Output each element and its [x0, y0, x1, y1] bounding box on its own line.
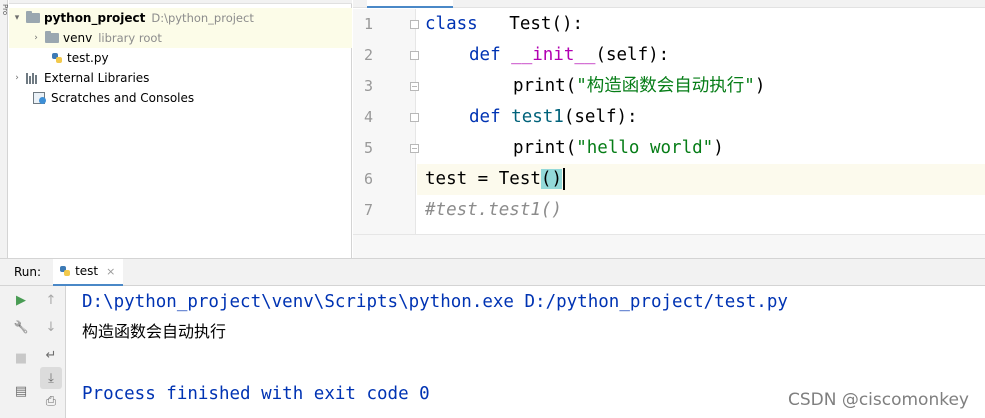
code-line-3: print("构造函数会自动执行"): [513, 71, 765, 102]
editor-tab-test-py[interactable]: [367, 0, 453, 8]
line-number: 5: [363, 139, 373, 157]
line-number: 6: [363, 170, 373, 188]
python-file-icon: [59, 265, 71, 277]
code-line-5: print("hello world"): [513, 133, 724, 164]
tree-item-project-root[interactable]: ▾ python_project D:\python_project: [9, 8, 352, 28]
code-line-4: def test1(self):: [469, 102, 638, 133]
parameters: (self):: [595, 45, 670, 65]
code-editor[interactable]: 1 2 3 4 5 6 7 class Test(): def __init__…: [353, 0, 985, 258]
wrench-icon[interactable]: 🔧: [10, 316, 32, 338]
parameters: (self):: [563, 107, 638, 127]
keyword: def: [469, 107, 501, 127]
folder-icon: [45, 31, 59, 43]
paren: ): [713, 138, 724, 158]
code-area[interactable]: class Test(): def __init__(self): print(…: [417, 9, 985, 234]
tree-item-external-libraries[interactable]: › External Libraries: [9, 68, 352, 88]
comment: #test.test1(): [425, 200, 562, 220]
line-number: 2: [363, 46, 373, 64]
up-arrow-icon[interactable]: ↑: [40, 289, 62, 311]
project-panel-toolbar: [9, 0, 352, 4]
project-root-name: python_project: [44, 11, 146, 25]
library-icon: [26, 72, 40, 84]
stop-icon[interactable]: ■: [10, 347, 32, 369]
run-panel-header: Run: test ×: [0, 258, 985, 286]
line-number: 7: [363, 201, 373, 219]
rerun-icon[interactable]: ▶: [10, 289, 32, 311]
keyword: class: [425, 14, 478, 34]
layout-icon[interactable]: ▤: [10, 380, 32, 402]
run-toolbar: ▶ ↑ 🔧 ↓ ■ ↵ ⤓ ▤ ⎙: [0, 286, 66, 418]
paren: ): [754, 76, 766, 96]
line-number: 1: [363, 15, 373, 33]
print-icon[interactable]: ⎙: [40, 390, 62, 412]
external-libraries-label: External Libraries: [44, 71, 150, 85]
function-name: __init__: [511, 45, 596, 65]
editor-bottom-bar: [353, 234, 985, 258]
console-line-exit: Process finished with exit code 0: [82, 384, 430, 404]
code-line-1: class Test():: [425, 9, 583, 40]
class-name: Test():: [509, 14, 584, 34]
left-tool-strip[interactable]: Pro: [0, 0, 9, 258]
venv-name: venv: [63, 31, 93, 45]
code-line-2: def __init__(self):: [469, 40, 669, 71]
tree-item-venv[interactable]: › venv library root: [9, 28, 352, 48]
project-tool-label: Pro: [1, 4, 9, 16]
python-file-icon: [51, 52, 63, 64]
scroll-to-end-icon[interactable]: ⤓: [40, 367, 62, 389]
file-name: test.py: [67, 51, 109, 65]
scratches-icon: [33, 92, 47, 104]
run-tab-test[interactable]: test ×: [53, 258, 124, 286]
line-number: 3: [363, 77, 373, 95]
chevron-right-icon[interactable]: ›: [31, 33, 41, 43]
soft-wrap-icon[interactable]: ↵: [40, 344, 62, 366]
editor-tab-bar: [353, 0, 985, 8]
code-line-6: test = Test(): [417, 164, 985, 195]
console-line-output: 构造函数会自动执行: [82, 322, 227, 341]
tree-item-test-py[interactable]: test.py: [9, 48, 352, 68]
code-line-7: #test.test1(): [425, 195, 562, 226]
venv-note: library root: [98, 31, 162, 45]
run-tab-name: test: [75, 264, 99, 278]
editor-gutter: 1 2 3 4 5 6 7: [353, 9, 419, 234]
run-label: Run:: [14, 265, 42, 279]
text-caret: [562, 168, 565, 190]
folder-icon: [26, 11, 40, 23]
project-panel: ▾ python_project D:\python_project › ven…: [9, 0, 352, 258]
builtin-call: print: [513, 76, 566, 96]
watermark: CSDN @ciscomonkey: [787, 390, 969, 410]
chevron-down-icon[interactable]: ▾: [12, 13, 22, 23]
chevron-right-icon[interactable]: ›: [12, 73, 22, 83]
code-text: test = Test: [425, 169, 541, 189]
tree-item-scratches[interactable]: Scratches and Consoles: [9, 88, 352, 108]
function-name: test1: [511, 107, 564, 127]
line-number: 4: [363, 108, 373, 126]
console-line-command: D:\python_project\venv\Scripts\python.ex…: [82, 292, 788, 312]
builtin-call: print: [513, 138, 566, 158]
project-root-path: D:\python_project: [151, 11, 254, 25]
down-arrow-icon[interactable]: ↓: [40, 316, 62, 338]
keyword: def: [469, 45, 501, 65]
string-literal: "hello world": [576, 138, 714, 158]
string-literal: "构造函数会自动执行": [576, 76, 755, 96]
close-icon[interactable]: ×: [106, 265, 115, 278]
paren: (: [565, 76, 577, 96]
scratches-label: Scratches and Consoles: [51, 91, 195, 105]
paren: (: [565, 138, 577, 158]
matched-braces: (): [540, 169, 562, 189]
